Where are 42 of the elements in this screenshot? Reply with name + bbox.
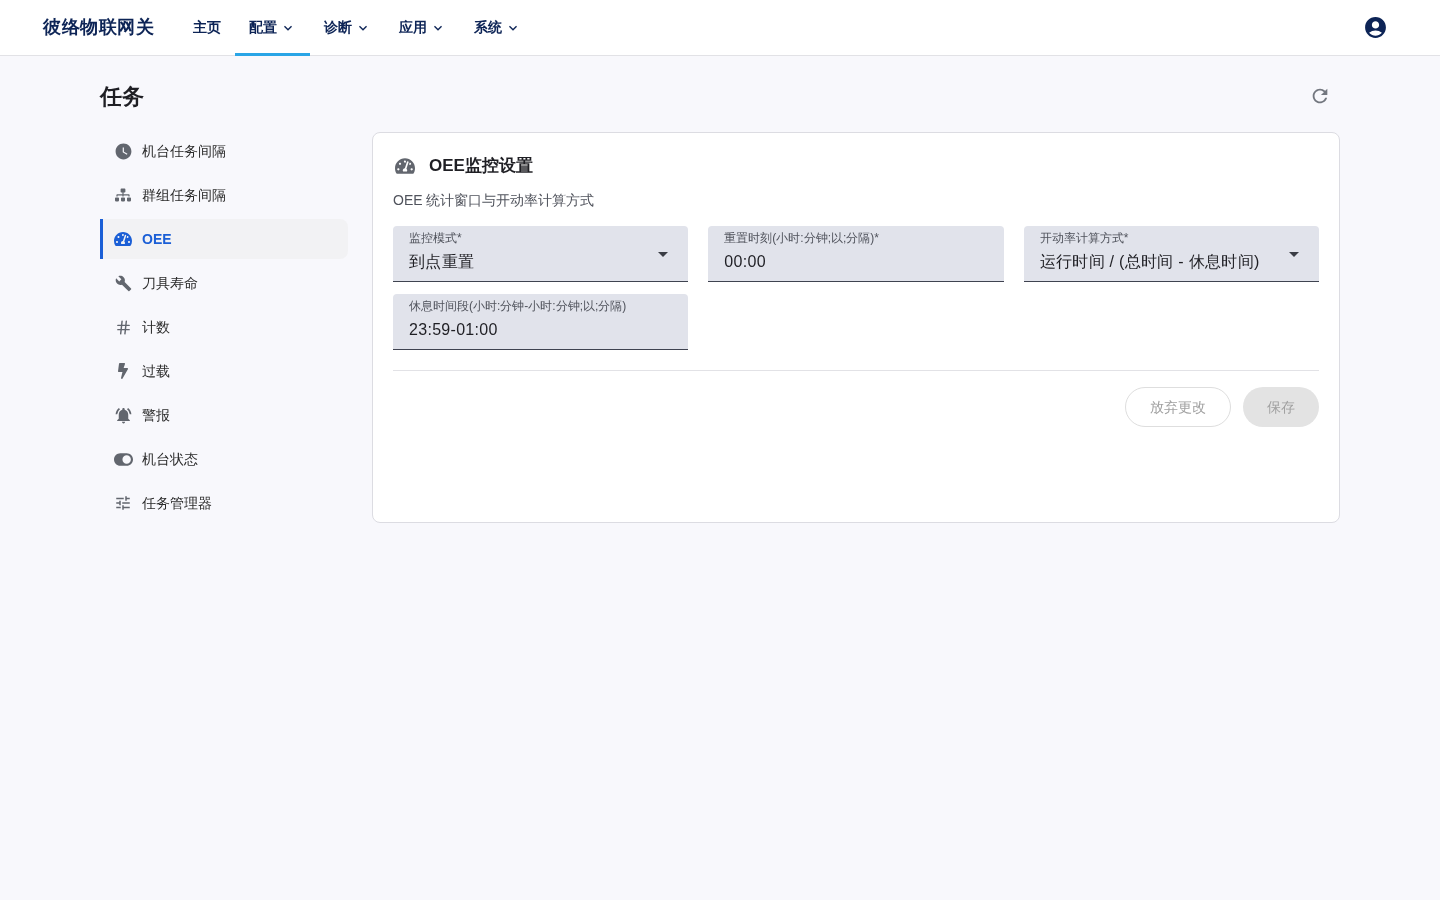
nav-tab[interactable]: 系统 — [460, 0, 535, 56]
sliders-icon — [114, 494, 132, 512]
alarm-bell-icon — [113, 405, 133, 425]
gauge-icon — [395, 156, 415, 176]
field-label: 重置时刻(小时:分钟;以;分隔)* — [724, 230, 880, 246]
sidebar-item[interactable]: 计数 — [100, 307, 348, 347]
dropdown-arrow-icon — [658, 252, 669, 257]
user-avatar-icon[interactable] — [1363, 15, 1388, 40]
field-label: 监控模式* — [409, 230, 463, 246]
sidebar-item[interactable]: 机台任务间隔 — [100, 131, 348, 171]
field-value: 00:00 — [724, 252, 767, 272]
nav-tab[interactable]: 主页 — [179, 0, 235, 56]
gauge-icon — [114, 230, 132, 248]
nav-tab[interactable]: 应用 — [385, 0, 460, 56]
dropdown-arrow-icon — [1289, 252, 1299, 257]
field-value: 到点重置 — [409, 252, 476, 272]
field-label: 休息时间段(小时:分钟-小时:分钟;以;分隔) — [409, 298, 628, 314]
app-logo: 彼络物联网关 — [43, 16, 154, 39]
input-field[interactable]: 休息时间段(小时:分钟-小时:分钟;以;分隔) 23:59-01:00 — [393, 294, 689, 350]
bolt-icon — [115, 363, 131, 379]
wrench-icon — [114, 274, 132, 292]
sidebar-item[interactable]: 警报 — [100, 395, 348, 435]
hierarchy-icon — [115, 187, 131, 203]
input-field[interactable]: 重置时刻(小时:分钟;以;分隔)* 00:00 — [708, 226, 1004, 282]
page-title: 任务 — [100, 82, 144, 111]
hash-icon — [114, 318, 132, 336]
card-subtitle: OEE 统计窗口与开动率计算方式 — [393, 191, 596, 210]
sidebar-item[interactable]: 群组任务间隔 — [100, 175, 348, 215]
select-field[interactable]: 监控模式* 到点重置 — [393, 226, 689, 282]
field-label: 开动率计算方式* — [1039, 230, 1130, 246]
sidebar-item[interactable]: 过载 — [100, 351, 348, 391]
sidebar-item[interactable]: 任务管理器 — [100, 483, 348, 523]
sidebar-item[interactable]: OEE — [100, 219, 348, 259]
nav-tab[interactable]: 诊断 — [310, 0, 385, 56]
sidebar-item[interactable]: 刀具寿命 — [100, 263, 348, 303]
clock-icon — [113, 141, 133, 161]
nav-tab[interactable]: 配置 — [235, 0, 310, 56]
select-field[interactable]: 开动率计算方式* 运行时间 / (总时间 - 休息时间) — [1023, 226, 1319, 282]
field-value: 23:59-01:00 — [409, 320, 499, 340]
sidebar-item[interactable]: 机台状态 — [100, 439, 348, 479]
field-value: 运行时间 / (总时间 - 休息时间) — [1039, 252, 1261, 272]
card-title: OEE监控设置 — [429, 155, 533, 178]
